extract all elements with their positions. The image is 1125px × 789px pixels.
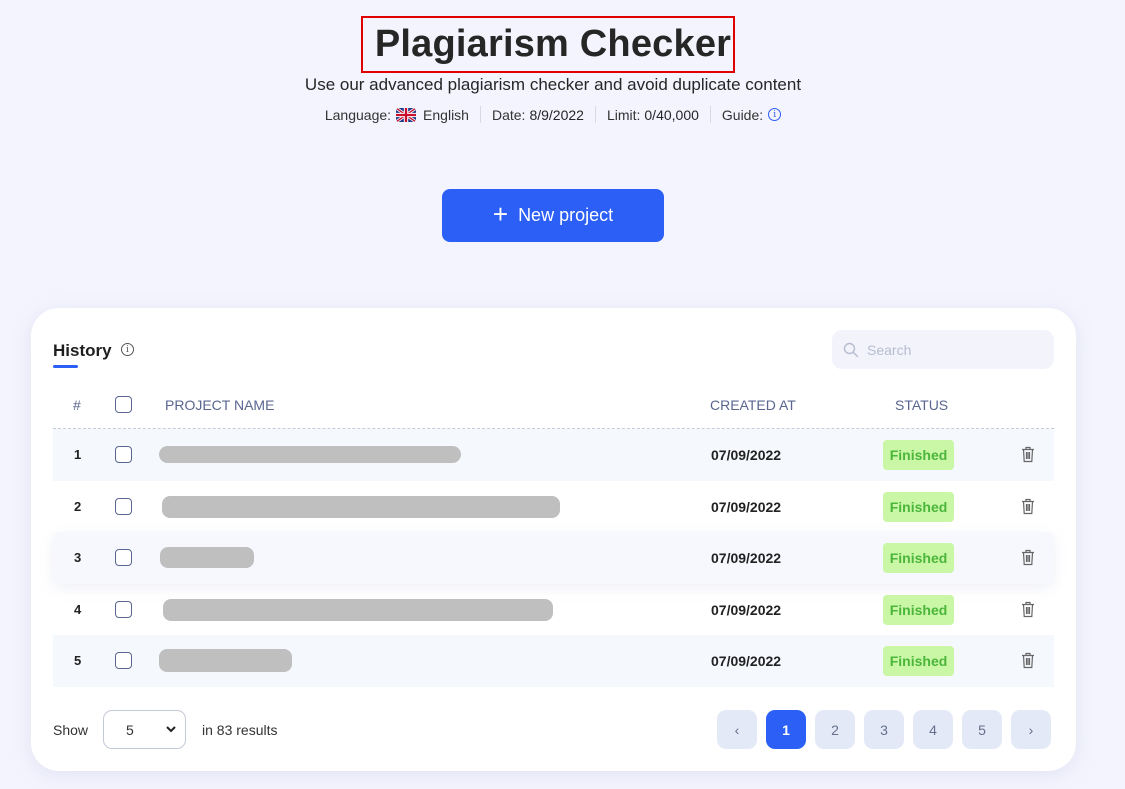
- guide-label: Guide:: [721, 106, 764, 123]
- language-selector[interactable]: Language: English: [314, 107, 480, 123]
- meta-bar: Language: English Date: 8/9/2022 Limit: …: [0, 106, 1106, 123]
- status-badge: Finished: [883, 543, 954, 574]
- guide-info: Guide: i: [711, 107, 792, 123]
- title-highlight-box: Plagiarism Checker: [361, 16, 735, 73]
- limit-value: 0/40,000: [644, 106, 699, 123]
- date-label: Date:: [491, 106, 526, 123]
- search-input[interactable]: [867, 341, 1037, 358]
- table-body: 1 07/09/2022 Finished 2 07/09/2022 Finis…: [53, 429, 1054, 687]
- next-page-button[interactable]: ›: [1011, 710, 1051, 749]
- project-name-redacted[interactable]: [159, 446, 461, 463]
- limit-info: Limit: 0/40,000: [596, 107, 710, 123]
- created-at: 07/09/2022: [711, 550, 782, 567]
- trash-icon[interactable]: [1021, 652, 1035, 669]
- created-at: 07/09/2022: [711, 447, 782, 463]
- column-status[interactable]: STATUS: [895, 397, 948, 413]
- select-all-checkbox[interactable]: [115, 396, 132, 413]
- prev-page-button[interactable]: ‹: [717, 710, 757, 749]
- table-header: # PROJECT NAME CREATED AT STATUS: [53, 388, 1054, 429]
- status-badge: Finished: [883, 491, 954, 522]
- page-subtitle: Use our advanced plagiarism checker and …: [304, 75, 802, 94]
- row-checkbox[interactable]: [115, 652, 132, 670]
- info-icon[interactable]: i: [768, 108, 782, 121]
- info-icon[interactable]: i: [121, 343, 134, 356]
- trash-icon[interactable]: [1021, 601, 1035, 618]
- plus-icon: +: [492, 199, 509, 229]
- row-index: 5: [74, 653, 82, 669]
- results-count: in 83 results: [202, 722, 278, 738]
- row-index: 3: [74, 550, 82, 566]
- project-name-redacted[interactable]: [159, 649, 292, 673]
- row-index: 2: [74, 498, 82, 514]
- row-checkbox[interactable]: [115, 549, 132, 567]
- uk-flag-icon: [396, 107, 417, 122]
- history-title: History: [53, 341, 112, 360]
- history-tab-indicator: [53, 365, 78, 368]
- new-project-button[interactable]: + New project: [442, 189, 664, 242]
- page-button-3[interactable]: 3: [864, 710, 904, 749]
- table-row[interactable]: 4 07/09/2022 Finished: [53, 584, 1054, 636]
- history-card: History i # PROJECT NAME CREATED AT STAT…: [31, 308, 1076, 771]
- language-value: English: [423, 106, 469, 123]
- page-button-4[interactable]: 4: [913, 710, 953, 749]
- project-name-redacted[interactable]: [160, 547, 254, 569]
- chevron-down-icon: [166, 726, 176, 733]
- column-index: #: [73, 397, 81, 413]
- column-created-at[interactable]: CREATED AT: [710, 397, 796, 413]
- page-size-value: 5: [126, 721, 134, 738]
- date-info: Date: 8/9/2022: [481, 107, 595, 123]
- table-row[interactable]: 1 07/09/2022 Finished: [53, 429, 1054, 481]
- row-checkbox[interactable]: [115, 497, 132, 515]
- new-project-label: New project: [518, 205, 614, 225]
- date-value: 8/9/2022: [529, 106, 584, 123]
- page-button-5[interactable]: 5: [962, 710, 1002, 749]
- table-row[interactable]: 2 07/09/2022 Finished: [53, 481, 1054, 533]
- page-size-select[interactable]: 5: [103, 710, 186, 749]
- search-box[interactable]: [832, 330, 1054, 369]
- page-title: Plagiarism Checker: [374, 23, 732, 65]
- page-button-1[interactable]: 1: [766, 710, 806, 749]
- created-at: 07/09/2022: [711, 498, 782, 515]
- created-at: 07/09/2022: [711, 601, 782, 618]
- trash-icon[interactable]: [1021, 446, 1035, 463]
- table-row[interactable]: 5 07/09/2022 Finished: [53, 635, 1054, 687]
- row-index: 1: [74, 447, 82, 462]
- limit-label: Limit:: [606, 106, 641, 123]
- show-label: Show: [53, 722, 89, 738]
- status-badge: Finished: [883, 440, 954, 470]
- column-project-name[interactable]: PROJECT NAME: [165, 397, 274, 413]
- status-badge: Finished: [883, 646, 954, 677]
- project-name-redacted[interactable]: [163, 598, 553, 621]
- search-icon: [843, 342, 859, 357]
- row-checkbox[interactable]: [115, 446, 132, 463]
- row-checkbox[interactable]: [115, 600, 132, 618]
- row-index: 4: [74, 601, 82, 617]
- status-badge: Finished: [883, 594, 954, 625]
- trash-icon[interactable]: [1021, 549, 1035, 566]
- created-at: 07/09/2022: [711, 653, 782, 670]
- table-row[interactable]: 3 07/09/2022 Finished: [53, 532, 1054, 584]
- language-label: Language:: [324, 106, 392, 123]
- project-name-redacted[interactable]: [162, 495, 560, 518]
- pagination: ‹ 1 2 3 4 5 ›: [717, 710, 1051, 749]
- page-button-2[interactable]: 2: [815, 710, 855, 749]
- trash-icon[interactable]: [1021, 498, 1035, 515]
